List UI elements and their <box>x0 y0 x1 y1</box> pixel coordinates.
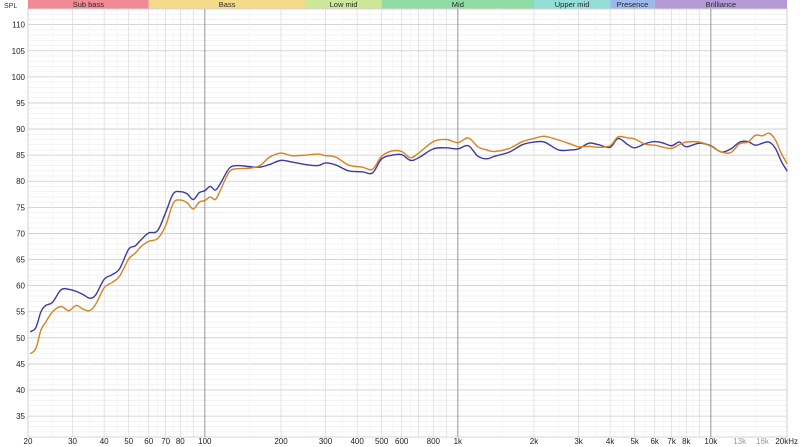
x-tick-label: 60 <box>144 437 153 446</box>
x-tick-label: 500 <box>375 437 389 446</box>
x-tick-label: 400 <box>350 437 364 446</box>
series-line-1 <box>30 137 788 333</box>
y-tick-label: 40 <box>16 386 25 395</box>
x-tick-label: 80 <box>176 437 185 446</box>
x-tick-label: 10k <box>704 437 718 446</box>
x-tick-label: 2k <box>530 437 539 446</box>
x-tick-label: 13k <box>733 437 747 446</box>
series-lines <box>30 132 788 355</box>
x-tick-label: 600 <box>395 437 409 446</box>
x-tick-label: 7k <box>667 437 676 446</box>
y-tick-label: 50 <box>16 334 25 343</box>
y-tick-label: 110 <box>12 21 25 30</box>
x-tick-label: 70 <box>161 437 170 446</box>
y-tick-label: 45 <box>16 360 25 369</box>
x-tick-label: 16k <box>756 437 770 446</box>
band-label-bass: Bass <box>219 0 236 9</box>
x-tick-label: 100 <box>198 437 212 446</box>
frequency-response-chart: SPL Sub bass Bass Low mid Mid Upper mid Prese… <box>4 0 798 446</box>
y-tick-label: 70 <box>16 229 25 238</box>
band-label-presence: Presence <box>617 0 649 9</box>
y-tick-label: 35 <box>16 412 25 421</box>
y-tick-label: 65 <box>16 256 25 265</box>
y-tick-label: 75 <box>16 203 25 212</box>
frequency-bands: Sub bass Bass Low mid Mid Upper mid Presence B… <box>28 0 787 9</box>
x-tick-label: 20 <box>24 437 33 446</box>
x-tick-label: 30 <box>68 437 77 446</box>
grid <box>27 8 788 438</box>
band-label-sub-bass: Sub bass <box>73 0 105 9</box>
y-axis-label: SPL <box>4 3 17 10</box>
x-tick-label: 3k <box>574 437 583 446</box>
x-tick-label: 50 <box>124 437 133 446</box>
x-tick-label: 200 <box>274 437 288 446</box>
x-axis-ticks: 20 30 40 50 60 70 80 100 200 300 400 500 600 800 1k 2k 3… <box>24 437 798 446</box>
x-tick-label: 300 <box>319 437 333 446</box>
y-tick-label: 60 <box>16 282 25 291</box>
x-tick-label: 20kHz <box>775 437 798 446</box>
band-label-upper-mid: Upper mid <box>555 0 590 9</box>
band-label-brilliance: Brilliance <box>706 0 736 9</box>
y-tick-label: 105 <box>12 47 26 56</box>
y-tick-label: 90 <box>16 125 25 134</box>
series-line-2 <box>30 132 788 355</box>
y-tick-label: 100 <box>12 73 26 82</box>
x-tick-label: 1k <box>454 437 463 446</box>
y-tick-label: 80 <box>16 177 25 186</box>
x-tick-label: 6k <box>650 437 659 446</box>
y-axis-ticks: 35 40 45 50 55 60 65 70 75 80 85 90 95 100 105 110 <box>12 21 26 421</box>
x-tick-label: 4k <box>606 437 615 446</box>
band-label-mid: Mid <box>452 0 464 9</box>
x-tick-label: 5k <box>630 437 639 446</box>
x-tick-label: 8k <box>682 437 691 446</box>
y-tick-label: 85 <box>16 151 25 160</box>
x-tick-label: 800 <box>427 437 441 446</box>
y-tick-label: 95 <box>16 99 25 108</box>
x-tick-label: 40 <box>100 437 109 446</box>
band-label-low-mid: Low mid <box>330 0 358 9</box>
y-tick-label: 55 <box>16 308 25 317</box>
